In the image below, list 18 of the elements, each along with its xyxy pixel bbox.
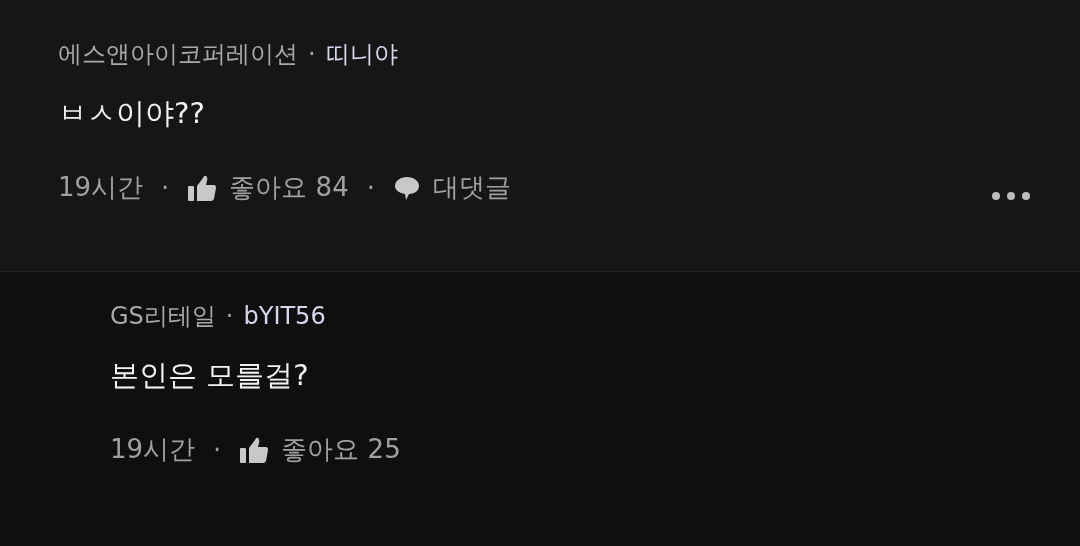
separator-dot: ·: [225, 302, 234, 330]
separator-dot: ·: [366, 172, 375, 203]
company-name: 에스앤아이코퍼레이션: [58, 39, 298, 70]
nickname: 띠니야: [325, 39, 398, 70]
like-count[interactable]: 좋아요 84: [229, 170, 349, 205]
comment-text: ㅂㅅ이야??: [58, 95, 206, 132]
comment-text: 본인은 모를걸?: [110, 357, 310, 394]
like-count[interactable]: 좋아요 25: [281, 432, 401, 467]
separator-dot: ·: [213, 434, 222, 465]
comment-time: 19시간: [58, 171, 144, 204]
comment-time: 19시간: [110, 433, 196, 466]
nickname: bYIT56: [243, 302, 326, 330]
company-name: GS리테일: [110, 301, 216, 332]
separator-dot: ·: [308, 40, 316, 68]
thumbs-up-icon[interactable]: [239, 435, 270, 464]
thumbs-up-icon[interactable]: [187, 173, 218, 202]
reply-link[interactable]: 대댓글: [433, 170, 511, 205]
separator-dot: ·: [161, 172, 170, 203]
